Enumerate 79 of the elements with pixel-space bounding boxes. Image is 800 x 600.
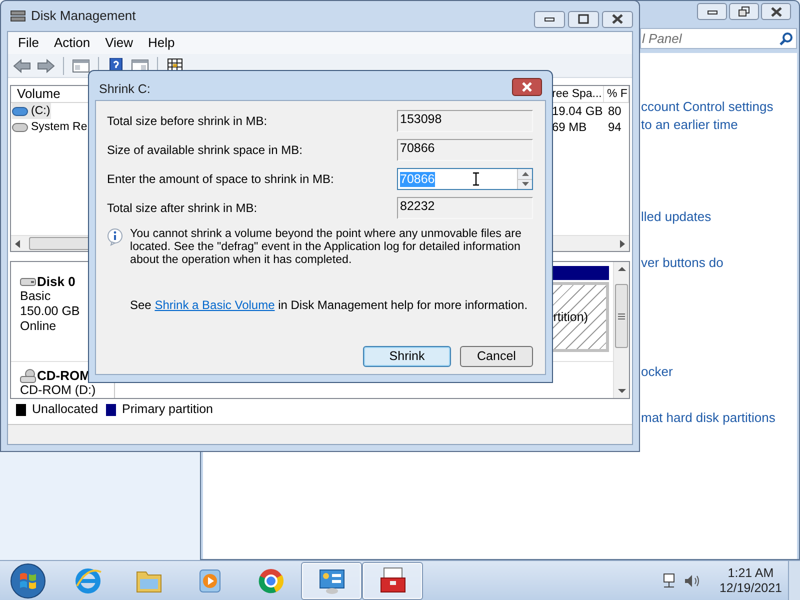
column-header[interactable]: % F	[604, 86, 629, 102]
menu-item[interactable]: File	[17, 33, 40, 53]
list-item[interactable]: System Re	[12, 119, 88, 135]
maximize-button[interactable]	[568, 10, 599, 28]
disk-icon	[10, 9, 26, 23]
clock-time: 1:21 AM	[728, 566, 774, 580]
link[interactable]: lled updates	[641, 208, 712, 226]
clock[interactable]: 1:21 AM 12/19/2021	[719, 566, 782, 596]
scrollbar-track[interactable]	[551, 236, 629, 251]
restore-button[interactable]	[729, 3, 759, 20]
close-icon	[520, 81, 534, 93]
table-cell-text: 80	[607, 103, 622, 119]
close-button[interactable]	[602, 10, 633, 28]
readonly-field: 70866	[397, 139, 533, 161]
volume-icon[interactable]	[683, 572, 702, 588]
list-item[interactable]: (C:)	[12, 103, 52, 119]
disk-detail: CD-ROM (D:)	[20, 383, 97, 398]
menu-item[interactable]: Action	[52, 33, 92, 53]
scrollbar-thumb[interactable]	[615, 284, 628, 348]
text-cursor-icon	[472, 172, 480, 186]
field-label: Total size before shrink in MB:	[107, 113, 268, 130]
minimize-button[interactable]	[697, 3, 727, 20]
network-icon[interactable]	[661, 572, 678, 588]
table-cell-text: 69 MB	[551, 119, 588, 135]
dialog-button[interactable]: Cancel	[460, 346, 533, 367]
drive-icon	[12, 122, 28, 132]
minimize-button[interactable]	[534, 10, 565, 28]
link[interactable]: to an earlier time	[641, 116, 738, 134]
field-label: Size of available shrink space in MB:	[107, 142, 302, 159]
close-button[interactable]	[512, 78, 542, 96]
search-icon[interactable]	[779, 32, 793, 46]
restore-icon	[736, 4, 752, 18]
dialog-button[interactable]: Shrink	[363, 346, 451, 367]
help-link[interactable]: Shrink a Basic Volume	[154, 298, 275, 312]
up-arrow-icon	[522, 172, 528, 176]
dialog-title: Shrink C:	[99, 81, 150, 98]
grip-icon	[618, 312, 625, 320]
help-text: See Shrink a Basic Volume in Disk Management help for more information.	[130, 297, 529, 314]
menu-item[interactable]: Help	[147, 33, 176, 53]
disk-detail: 150.00 GB	[20, 304, 81, 319]
legend-label: Primary partition	[122, 401, 214, 418]
link[interactable]: ver buttons do	[641, 254, 724, 272]
disk-detail: Online	[20, 319, 58, 334]
field-label: Enter the amount of space to shrink in MB:	[107, 171, 334, 188]
drive-icon	[12, 106, 28, 116]
forward-icon	[37, 58, 55, 74]
back-icon	[13, 58, 31, 74]
field-label: Total size after shrink in MB:	[107, 200, 258, 217]
menu-item[interactable]: View	[104, 33, 134, 53]
table-cell-text: 19.04 GB	[551, 103, 604, 119]
info-text: You cannot shrink a volume beyond the point where any unmovable files are located. See the "defrag" event in the Application log for detailed information about the operation when it has completed.	[130, 227, 522, 266]
table-cell-text: 94	[607, 119, 622, 135]
taskbar-button[interactable]	[301, 562, 362, 600]
link[interactable]: mat hard disk partitions	[641, 409, 776, 427]
link[interactable]: ocker	[641, 363, 673, 381]
legend-label: Unallocated	[32, 401, 98, 418]
readonly-field: 82232	[397, 197, 533, 219]
info-icon	[107, 228, 123, 246]
vertical-scrollbar[interactable]	[613, 262, 629, 398]
disk-detail: Basic	[20, 289, 52, 304]
taskbar-button[interactable]	[362, 562, 423, 600]
link[interactable]: ccount Control settings	[641, 98, 774, 116]
start-button[interactable]	[9, 562, 47, 600]
browser-icon	[72, 566, 102, 596]
partition-label: rtition)	[553, 308, 588, 326]
cd-drive-icon	[20, 368, 36, 382]
readonly-field: 153098	[397, 110, 533, 132]
window-title: Disk Management	[31, 7, 136, 26]
down-arrow-icon	[522, 182, 528, 186]
toolbox-icon	[378, 566, 408, 596]
clock-date: 12/19/2021	[719, 580, 782, 596]
spin-up-button[interactable]	[518, 169, 532, 180]
scrollbar-thumb[interactable]	[29, 237, 89, 250]
windows-logo-icon	[10, 562, 46, 598]
horizontal-scrollbar[interactable]	[11, 236, 89, 251]
panel-icon	[72, 58, 90, 74]
disk-name: Disk 0	[37, 274, 76, 289]
search-field[interactable]: l Panel	[640, 28, 797, 48]
close-button[interactable]	[761, 3, 791, 20]
